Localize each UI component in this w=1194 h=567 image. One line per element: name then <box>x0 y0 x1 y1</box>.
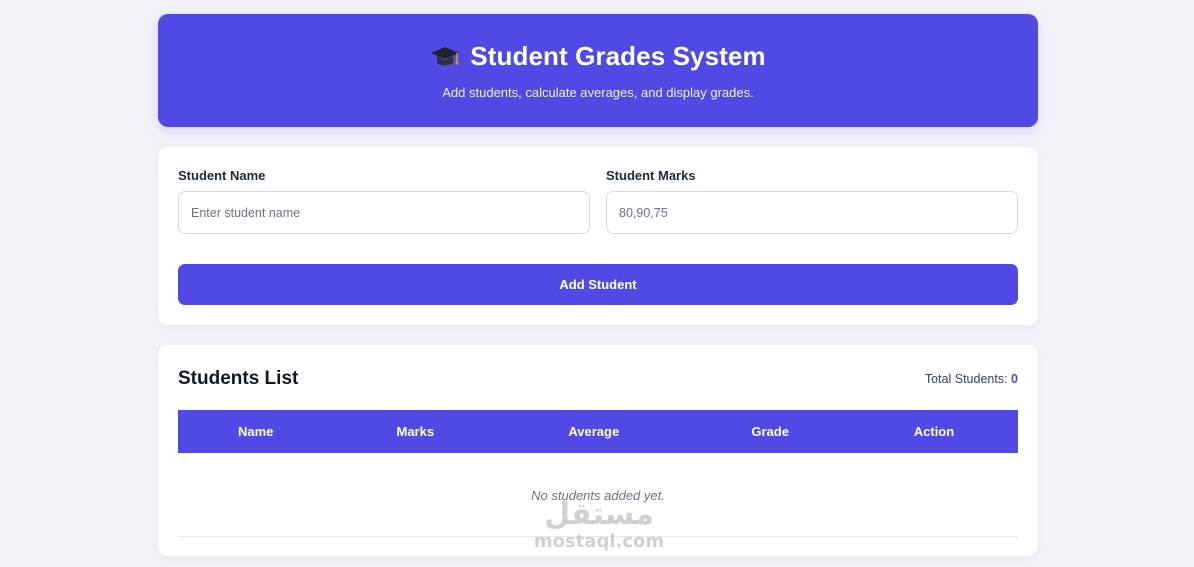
page-header: Student Grades System Add students, calc… <box>158 14 1038 127</box>
column-header-name: Name <box>237 424 274 439</box>
table-header-row: Name Marks Average Grade Action <box>178 410 1018 453</box>
empty-message: No students added yet. <box>178 453 1018 537</box>
column-header-grade: Grade <box>751 424 789 439</box>
add-student-button[interactable]: Add Student <box>178 264 1018 305</box>
students-list-title: Students List <box>178 368 299 389</box>
student-marks-field: Student Marks <box>606 167 1018 234</box>
total-students: Total Students: 0 <box>925 372 1018 386</box>
page-title-row: Student Grades System <box>158 41 1038 72</box>
students-list-card: Students List Total Students: 0 Name Mar… <box>158 345 1038 556</box>
total-students-label: Total Students: <box>924 372 1008 386</box>
student-name-label: Student Name <box>178 168 266 183</box>
graduation-cap-icon <box>431 46 460 65</box>
column-header-average: Average <box>568 424 620 439</box>
students-table: Name Marks Average Grade Action No stude… <box>178 410 1018 537</box>
column-header-action: Action <box>913 424 955 439</box>
add-student-form: Student Name Student Marks Add Student <box>158 147 1038 325</box>
empty-row: No students added yet. <box>178 453 1018 537</box>
total-students-count: 0 <box>1011 372 1018 386</box>
app-container: Student Grades System Add students, calc… <box>158 14 1038 556</box>
student-marks-input[interactable] <box>606 191 1018 234</box>
column-header-marks: Marks <box>396 424 435 439</box>
student-name-input[interactable] <box>178 191 590 234</box>
page-subtitle: Add students, calculate averages, and di… <box>442 85 754 100</box>
page-title: Student Grades System <box>470 41 766 71</box>
student-marks-label: Student Marks <box>606 168 696 183</box>
student-name-field: Student Name <box>178 167 590 234</box>
